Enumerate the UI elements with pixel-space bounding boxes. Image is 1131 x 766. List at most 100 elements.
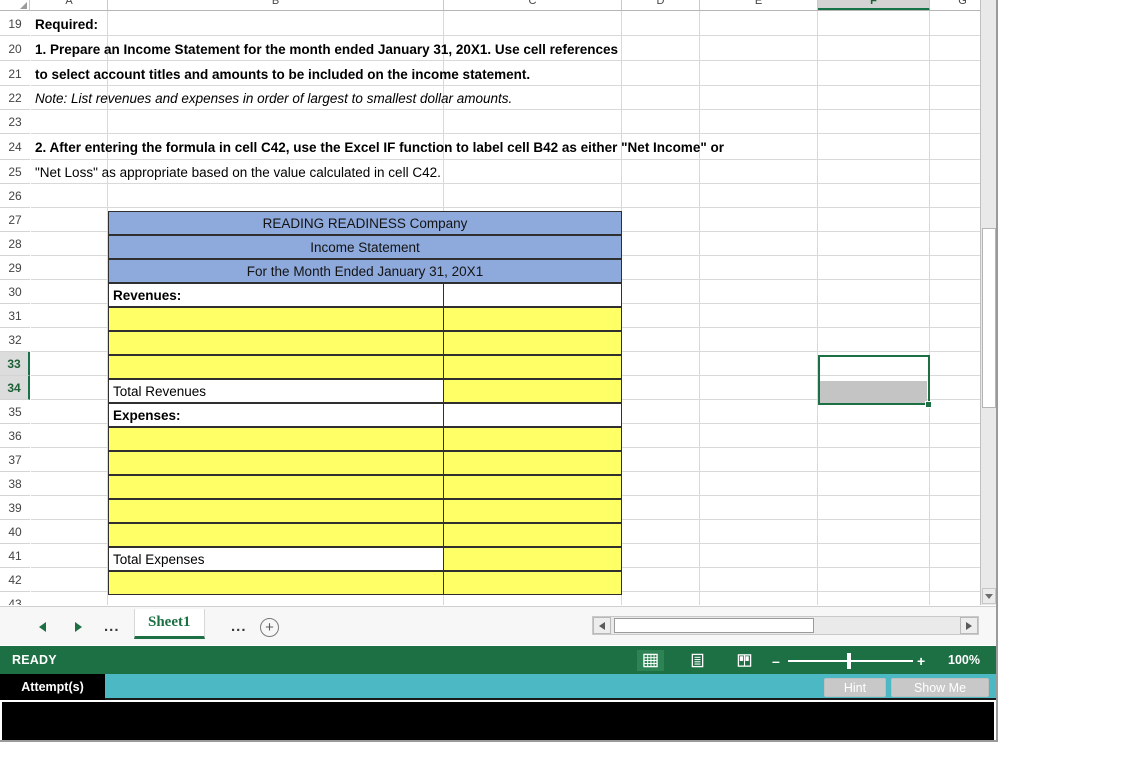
horizontal-scrollbar[interactable] xyxy=(592,616,979,635)
row-header-28[interactable]: 28 xyxy=(0,232,30,256)
zoom-slider-knob[interactable] xyxy=(847,653,851,669)
row-header-30[interactable]: 30 xyxy=(0,280,30,304)
grid-row xyxy=(31,11,996,36)
column-header-strip: A B C D E F G xyxy=(0,0,996,11)
arrow-right-icon xyxy=(74,622,82,632)
row-header-34[interactable]: 34 xyxy=(0,376,30,400)
is-amount-expense-3[interactable] xyxy=(443,475,622,499)
screenshot-root: A B C D E F G Required: 1. Prepare an In… xyxy=(0,0,1131,766)
row-header-42[interactable]: 42 xyxy=(0,568,30,592)
is-label-total-expenses[interactable]: Total Expenses xyxy=(108,547,444,571)
is-amount-expense-1[interactable] xyxy=(443,427,622,451)
is-amount-row30[interactable] xyxy=(443,283,622,307)
is-amount-net-result[interactable] xyxy=(443,571,622,595)
row-header-26[interactable]: 26 xyxy=(0,184,30,208)
hint-button[interactable]: Hint xyxy=(824,678,886,697)
is-label-expense-5[interactable] xyxy=(108,523,444,547)
active-cell-selection[interactable] xyxy=(818,355,930,405)
attempts-label: Attempt(s) xyxy=(0,674,105,700)
previous-sheet-button[interactable] xyxy=(32,617,52,637)
select-all-triangle-icon xyxy=(20,2,27,9)
row-header-22[interactable]: 22 xyxy=(0,86,30,110)
is-label-expense-2[interactable] xyxy=(108,451,444,475)
is-amount-expense-2[interactable] xyxy=(443,451,622,475)
row-header-25[interactable]: 25 xyxy=(0,160,30,184)
cell-b24[interactable]: 2. After entering the formula in cell C4… xyxy=(32,136,724,158)
vertical-scrollbar[interactable] xyxy=(980,0,996,605)
row-header-37[interactable]: 37 xyxy=(0,448,30,472)
zoom-out-button[interactable]: – xyxy=(772,654,780,668)
column-header-e[interactable]: E xyxy=(700,0,818,10)
sheet-tab-bar: ... Sheet1 ... + xyxy=(0,606,996,645)
is-amount-revenue-2[interactable] xyxy=(443,331,622,355)
scroll-right-button[interactable] xyxy=(960,617,978,634)
spreadsheet-grid[interactable]: Required: 1. Prepare an Income Statement… xyxy=(0,11,996,605)
is-amount-revenue-1[interactable] xyxy=(443,307,622,331)
excel-app-frame: A B C D E F G Required: 1. Prepare an In… xyxy=(0,0,998,742)
is-amount-total-expenses[interactable] xyxy=(443,547,622,571)
is-period[interactable]: For the Month Ended January 31, 20X1 xyxy=(108,259,622,283)
is-label-revenue-3[interactable] xyxy=(108,355,444,379)
row-header-32[interactable]: 32 xyxy=(0,328,30,352)
is-amount-expense-5[interactable] xyxy=(443,523,622,547)
scroll-left-button[interactable] xyxy=(593,617,611,634)
row-header-24[interactable]: 24 xyxy=(0,134,30,160)
row-header-36[interactable]: 36 xyxy=(0,424,30,448)
column-header-b[interactable]: B xyxy=(108,0,444,10)
select-all-corner[interactable] xyxy=(0,0,30,10)
is-label-expense-3[interactable] xyxy=(108,475,444,499)
sheet-overflow-right[interactable]: ... xyxy=(231,618,247,635)
is-label-revenue-1[interactable] xyxy=(108,307,444,331)
row-header-35[interactable]: 35 xyxy=(0,400,30,424)
fill-handle[interactable] xyxy=(925,401,932,408)
row-header-27[interactable]: 27 xyxy=(0,208,30,232)
is-label-expense-4[interactable] xyxy=(108,499,444,523)
sheet-overflow-left[interactable]: ... xyxy=(104,618,120,635)
cell-b20[interactable]: 1. Prepare an Income Statement for the m… xyxy=(32,38,618,60)
row-header-29[interactable]: 29 xyxy=(0,256,30,280)
row-header-43[interactable]: 43 xyxy=(0,592,30,605)
row-header-33[interactable]: 33 xyxy=(0,352,30,376)
normal-view-button[interactable] xyxy=(637,650,664,671)
is-amount-row35[interactable] xyxy=(443,403,622,427)
cell-b21[interactable]: to select account titles and amounts to … xyxy=(32,63,530,85)
row-header-19[interactable]: 19 xyxy=(0,11,30,36)
is-label-revenues[interactable]: Revenues: xyxy=(108,283,444,307)
row-header-40[interactable]: 40 xyxy=(0,520,30,544)
is-company-name[interactable]: READING READINESS Company xyxy=(108,211,622,235)
is-label-net-result[interactable] xyxy=(108,571,444,595)
column-header-f[interactable]: F xyxy=(818,0,930,10)
is-statement-name[interactable]: Income Statement xyxy=(108,235,622,259)
cell-b22[interactable]: Note: List revenues and expenses in orde… xyxy=(32,87,512,109)
is-amount-expense-4[interactable] xyxy=(443,499,622,523)
page-layout-view-button[interactable] xyxy=(684,650,711,671)
next-sheet-button[interactable] xyxy=(68,617,88,637)
row-header-21[interactable]: 21 xyxy=(0,61,30,86)
add-sheet-button[interactable]: + xyxy=(260,618,279,637)
row-header-23[interactable]: 23 xyxy=(0,110,30,134)
row-header-38[interactable]: 38 xyxy=(0,472,30,496)
column-header-d[interactable]: D xyxy=(622,0,700,10)
cell-b25[interactable]: "Net Loss" as appropriate based on the v… xyxy=(32,161,441,183)
is-label-expense-1[interactable] xyxy=(108,427,444,451)
cell-b19[interactable]: Required: xyxy=(32,13,98,35)
is-label-revenue-2[interactable] xyxy=(108,331,444,355)
is-amount-total-revenues[interactable] xyxy=(443,379,622,403)
column-header-a[interactable]: A xyxy=(31,0,108,10)
row-header-41[interactable]: 41 xyxy=(0,544,30,568)
column-header-c[interactable]: C xyxy=(444,0,622,10)
zoom-in-button[interactable]: + xyxy=(917,654,925,668)
scroll-down-button[interactable] xyxy=(982,588,996,604)
vertical-scrollbar-thumb[interactable] xyxy=(982,228,996,408)
row-header-20[interactable]: 20 xyxy=(0,36,30,61)
is-label-total-revenues[interactable]: Total Revenues xyxy=(108,379,444,403)
zoom-level-label[interactable]: 100% xyxy=(948,653,980,667)
row-header-39[interactable]: 39 xyxy=(0,496,30,520)
horizontal-scrollbar-thumb[interactable] xyxy=(614,618,814,633)
page-break-preview-button[interactable] xyxy=(731,650,758,671)
is-amount-revenue-3[interactable] xyxy=(443,355,622,379)
show-me-button[interactable]: Show Me xyxy=(891,678,989,697)
is-label-expenses[interactable]: Expenses: xyxy=(108,403,444,427)
row-header-31[interactable]: 31 xyxy=(0,304,30,328)
sheet-tab-sheet1[interactable]: Sheet1 xyxy=(134,609,205,639)
